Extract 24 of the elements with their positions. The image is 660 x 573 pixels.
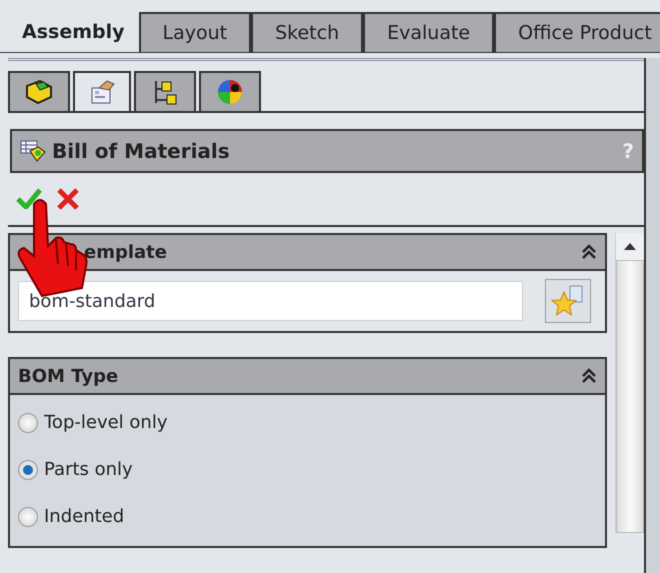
panel-tab[interactable] — [134, 71, 196, 111]
radio-option[interactable]: Top-level only — [18, 399, 597, 446]
group-title: BOM Type — [18, 366, 120, 386]
ribbon-tab[interactable]: Layout — [138, 12, 252, 52]
ribbon-tab[interactable]: Evaluate — [363, 12, 494, 52]
panel-tab[interactable] — [8, 71, 70, 111]
part-icon — [24, 78, 54, 106]
scroll-up-icon[interactable] — [624, 243, 636, 250]
panel-tab[interactable] — [73, 71, 131, 111]
template-field[interactable]: bom-standard — [18, 281, 523, 321]
add-favorite-button[interactable] — [545, 279, 591, 323]
radio-option[interactable]: Parts only — [18, 446, 597, 493]
ribbon-tab[interactable]: Office Product — [494, 12, 660, 52]
cancel-x-icon[interactable] — [56, 187, 80, 211]
group-title: emplate — [83, 242, 168, 262]
collapse-icon[interactable] — [581, 368, 597, 384]
panel-tab[interactable] — [199, 71, 261, 111]
ok-check-icon[interactable] — [16, 187, 42, 209]
table-icon — [20, 139, 46, 163]
ribbon-tab[interactable]: Sketch — [251, 12, 364, 52]
radio-option[interactable]: Indented — [18, 493, 597, 540]
color-ball-icon — [215, 78, 245, 106]
collapse-icon[interactable] — [581, 244, 597, 260]
panel-title: Bill of Materials — [52, 139, 231, 163]
